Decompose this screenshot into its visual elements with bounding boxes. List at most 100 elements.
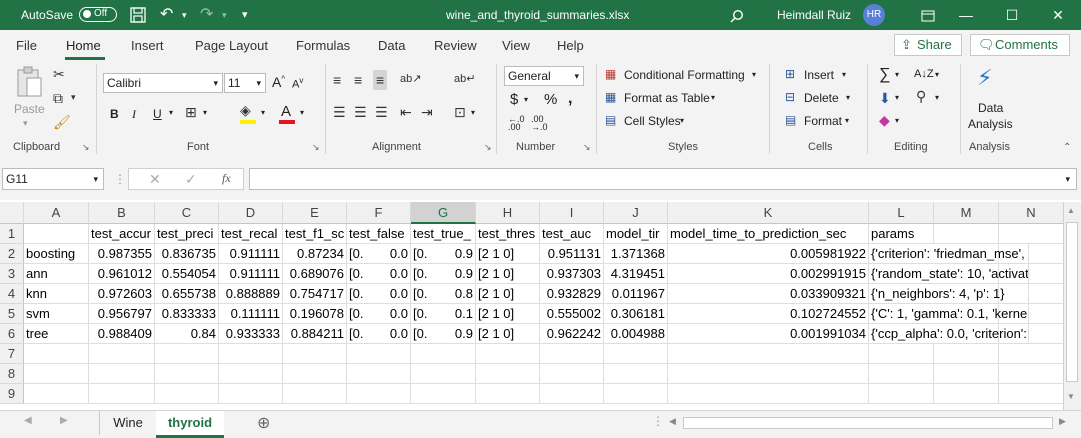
cell[interactable]: 0.87234 bbox=[283, 244, 347, 264]
cell[interactable]: 0.932829 bbox=[540, 284, 604, 304]
vertical-scrollbar[interactable]: ▲ ▼ bbox=[1063, 202, 1081, 410]
cell[interactable] bbox=[476, 364, 540, 384]
merge-center-icon[interactable]: ⊡ bbox=[454, 104, 466, 121]
scroll-left-icon[interactable]: ◀ bbox=[669, 416, 676, 427]
cell[interactable]: 0.884211 bbox=[283, 324, 347, 344]
fill-color-dropdown-icon[interactable]: ▾ bbox=[261, 108, 265, 117]
align-bottom-icon[interactable]: ≡ bbox=[373, 70, 388, 90]
cell[interactable]: knn bbox=[24, 284, 89, 304]
cell[interactable]: 0.988409 bbox=[89, 324, 155, 344]
cell[interactable] bbox=[155, 344, 219, 364]
cell[interactable]: 0.002991915 bbox=[668, 264, 869, 284]
cell[interactable] bbox=[869, 384, 934, 404]
autosum-icon[interactable]: ∑ bbox=[879, 66, 890, 84]
fill-icon[interactable]: ⬇ bbox=[879, 90, 891, 107]
increase-decimal-icon[interactable]: ←.0.00 bbox=[508, 115, 525, 132]
chevron-down-icon[interactable]: ▾ bbox=[895, 93, 899, 102]
menu-view[interactable]: View bbox=[502, 38, 530, 53]
column-header-a[interactable]: A bbox=[24, 202, 89, 224]
cell[interactable]: 0.0 bbox=[377, 284, 411, 304]
fill-color-icon[interactable]: ◈ bbox=[240, 102, 251, 119]
decrease-font-icon[interactable]: Av bbox=[292, 76, 303, 91]
scroll-down-icon[interactable]: ▼ bbox=[1067, 392, 1075, 401]
cell[interactable]: 0.011967 bbox=[604, 284, 668, 304]
cell[interactable] bbox=[24, 344, 89, 364]
underline-icon[interactable]: U bbox=[153, 107, 162, 121]
menu-insert[interactable]: Insert bbox=[131, 38, 164, 53]
avatar[interactable]: HR bbox=[863, 4, 885, 26]
cell[interactable]: [0. bbox=[411, 244, 441, 264]
cell[interactable]: 0.836735 bbox=[155, 244, 219, 264]
worksheet-grid[interactable]: A B C D E F G H I J K L M N 1 2 3 4 5 6 7 8 9 test_accur test_pr… bbox=[0, 200, 1081, 410]
column-header-k[interactable]: K bbox=[668, 202, 869, 224]
redo-icon[interactable]: ↷ bbox=[200, 0, 213, 30]
cell[interactable]: {'n_neighbors': 4, 'p': 1} bbox=[869, 284, 1029, 304]
cell[interactable]: 0.306181 bbox=[604, 304, 668, 324]
cell[interactable]: 0.754717 bbox=[283, 284, 347, 304]
menu-file[interactable]: File bbox=[16, 38, 37, 53]
underline-dropdown-icon[interactable]: ▾ bbox=[169, 108, 173, 117]
currency-dropdown-icon[interactable]: ▾ bbox=[524, 95, 528, 104]
paste-icon[interactable] bbox=[14, 66, 44, 100]
data-analysis-label-1[interactable]: Data bbox=[978, 101, 1003, 115]
cell[interactable] bbox=[24, 364, 89, 384]
chevron-down-icon[interactable]: ▾ bbox=[680, 116, 684, 125]
font-color-icon[interactable]: A bbox=[281, 103, 291, 120]
add-sheet-icon[interactable]: ⊕ bbox=[257, 413, 270, 433]
cell[interactable]: {'ccp_alpha': 0.0, 'criterion': 'gir bbox=[869, 324, 1029, 344]
cell[interactable]: 0.956797 bbox=[89, 304, 155, 324]
row-header-4[interactable]: 4 bbox=[0, 284, 24, 304]
cell[interactable] bbox=[668, 344, 869, 364]
cell[interactable] bbox=[219, 364, 283, 384]
cell[interactable]: test_recal bbox=[219, 224, 283, 244]
cell[interactable]: 0.911111 bbox=[219, 264, 283, 284]
currency-icon[interactable]: $ bbox=[510, 91, 518, 108]
cell[interactable]: 0.951131 bbox=[540, 244, 604, 264]
cell[interactable]: 0.0 bbox=[377, 244, 411, 264]
menu-data[interactable]: Data bbox=[378, 38, 405, 53]
cell[interactable]: 0.0 bbox=[377, 304, 411, 324]
cell[interactable]: model_time_to_prediction_sec bbox=[668, 224, 869, 244]
column-header-l[interactable]: L bbox=[869, 202, 934, 224]
cell[interactable]: 0.962242 bbox=[540, 324, 604, 344]
cell[interactable]: svm bbox=[24, 304, 89, 324]
cell[interactable]: 0.833333 bbox=[155, 304, 219, 324]
cell[interactable]: [0. bbox=[411, 264, 441, 284]
cell[interactable]: test_accur bbox=[89, 224, 155, 244]
minimize-icon[interactable]: — bbox=[943, 0, 989, 30]
paste-label[interactable]: Paste bbox=[14, 102, 45, 116]
align-left-icon[interactable]: ☰ bbox=[333, 104, 346, 121]
cell[interactable]: 0.004988 bbox=[604, 324, 668, 344]
borders-icon[interactable]: ⊞ bbox=[185, 104, 197, 121]
row-header-2[interactable]: 2 bbox=[0, 244, 24, 264]
cell[interactable]: 0.0 bbox=[377, 264, 411, 284]
cell[interactable]: 0.555002 bbox=[540, 304, 604, 324]
cell[interactable]: 0.689076 bbox=[283, 264, 347, 284]
cell[interactable]: {'criterion': 'friedman_mse', 'le bbox=[869, 244, 1029, 264]
share-button[interactable]: ⇪ Share bbox=[894, 34, 962, 56]
insert-cells-button[interactable]: Insert bbox=[804, 68, 834, 82]
cell[interactable]: [2 1 0] bbox=[476, 264, 540, 284]
cell[interactable]: boosting bbox=[24, 244, 89, 264]
cell[interactable] bbox=[347, 344, 411, 364]
cell[interactable]: tree bbox=[24, 324, 89, 344]
menu-home[interactable]: Home bbox=[66, 38, 101, 53]
comma-style-icon[interactable]: , bbox=[568, 90, 572, 108]
cell[interactable] bbox=[604, 364, 668, 384]
cell[interactable] bbox=[934, 364, 999, 384]
cell[interactable] bbox=[668, 364, 869, 384]
row-header-9[interactable]: 9 bbox=[0, 384, 24, 404]
cell[interactable]: 0.033909321 bbox=[668, 284, 869, 304]
cell[interactable]: 0.554054 bbox=[155, 264, 219, 284]
cell[interactable] bbox=[411, 364, 476, 384]
cell[interactable] bbox=[999, 344, 1064, 364]
sheet-tab-wine[interactable]: Wine bbox=[99, 411, 157, 435]
cell[interactable] bbox=[999, 364, 1064, 384]
cell[interactable] bbox=[155, 364, 219, 384]
sort-filter-icon[interactable]: A↓Z bbox=[914, 68, 934, 80]
search-icon[interactable] bbox=[730, 0, 744, 30]
cell[interactable]: 0.933333 bbox=[219, 324, 283, 344]
decrease-decimal-icon[interactable]: .00 →.0 bbox=[531, 115, 548, 132]
increase-indent-icon[interactable]: ⇥ bbox=[421, 104, 433, 121]
find-select-icon[interactable]: ⚲ bbox=[916, 88, 926, 105]
